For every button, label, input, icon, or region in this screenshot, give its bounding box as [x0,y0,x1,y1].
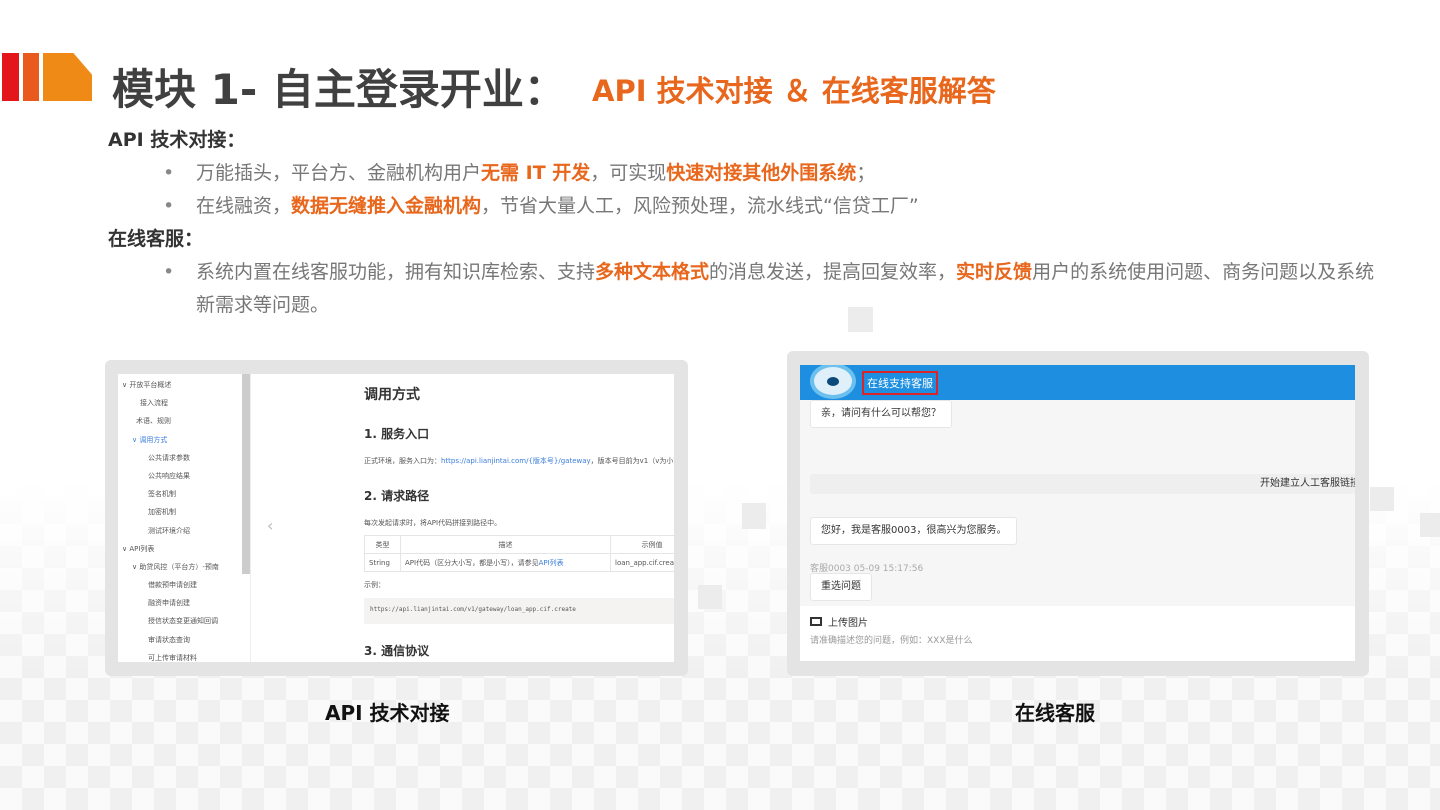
doc-main: ‹ 调用方式 1. 服务入口 正式环境，服务入口为：https://api.li… [250,374,674,662]
bullet-item: 在线融资，数据无缝推入金融机构，节省大量人工，风险预处理，流水线式“信贷工厂” [108,190,1378,223]
reselect-button[interactable]: 重选问题 [810,573,872,601]
example-code: https://api.lianjintai.com/v1/gateway/lo… [364,598,674,624]
decor-square [742,503,766,529]
bullet-text: 在线融资， [196,195,292,217]
sidebar-item[interactable]: 公共响应结果 [118,467,250,485]
decor-square [1420,513,1440,537]
example-label: 示例： [364,581,385,589]
sidebar-item[interactable]: 术语、规则 [118,412,250,430]
bullet-item: 万能插头，平台方、金融机构用户无需 IT 开发，可实现快速对接其他外围系统； [108,157,1378,190]
caption-chat: 在线客服 [1015,701,1095,725]
chat-message: 您好，我是客服0003，很高兴为您服务。 [810,517,1018,545]
sidebar-item[interactable]: 加密机制 [118,503,250,521]
api-doc-screenshot: ∨ 开放平台概述 接入流程 术语、规则 ∨ 调用方式 公共请求参数 公共响应结果 签名机制加… [105,360,688,676]
sidebar-item[interactable]: ∨ 开放平台概述 [118,376,250,394]
highlight-text: 多种文本格式 [595,261,710,283]
api-table: 类型 描述 示例值 String API代码（区分大小写，都是小写），请参见API列表… [364,535,674,572]
section-heading: 在线客服： [108,228,204,250]
doc-s2-text: 每次发起请求时，将API代码拼接到路径中。 [364,519,502,527]
page-title: 模块 1- 自主登录开业： [112,65,566,114]
system-message: 开始建立人工客服链接 [810,474,1355,494]
page-subtitle: API 技术对接 ＆ 在线客服解答 [592,74,996,108]
bullet-text: ，可实现 [590,162,667,184]
mascot-avatar-icon [810,365,856,399]
decor-square [1370,487,1394,511]
chevron-left-icon[interactable]: ‹ [267,516,273,535]
section-heading: API 技术对接： [108,129,246,151]
decor-square [698,585,722,609]
bullet-text: 系统内置在线客服功能，拥有知识库检索、支持 [196,261,596,283]
sidebar-item[interactable]: 测试环境介绍 [118,522,250,540]
sidebar-item[interactable]: ∨ 调用方式 [118,431,250,449]
chat-input[interactable]: 请准确描述您的问题，例如：XXX是什么 [810,633,1350,646]
bullet-text: 的消息发送，提高回复效率， [709,261,957,283]
logo [2,53,92,101]
sidebar-item[interactable]: 授信状态变更通知回调 [118,612,250,630]
doc-section-1: 1. 服务入口 [364,427,430,441]
upload-image-button[interactable]: 上传图片 [810,614,868,629]
doc-section-3: 3. 通信协议 [364,644,430,658]
sidebar-item[interactable]: 签名机制 [118,485,250,503]
highlight-text: 数据无缝推入金融机构 [291,195,482,217]
sidebar-item[interactable]: ∨ API列表 [118,540,250,558]
highlight-text: 实时反馈 [956,261,1033,283]
bullet-text: 万能插头，平台方、金融机构用户 [196,162,482,184]
highlight-text: 快速对接其他外围系统 [666,162,857,184]
sidebar-item[interactable]: 借款预申请创建 [118,576,250,594]
sidebar-item[interactable]: 可上传审请材料 [118,649,250,662]
image-icon [810,617,822,626]
doc-s1-text: 正式环境，服务入口为：https://api.lianjintai.com/{版… [364,457,674,465]
chat-message: 亲，请问有什么可以帮您？ [810,400,952,428]
content-body: API 技术对接： 万能插头，平台方、金融机构用户无需 IT 开发，可实现快速对接… [108,124,1378,322]
chat-screenshot: 在线支持客服 亲，请问有什么可以帮您？ 开始建立人工客服链接 您好，我是客服00… [787,351,1369,676]
doc-heading: 调用方式 [364,387,420,403]
sidebar-item[interactable]: 融资申请创建 [118,594,250,612]
highlight-text: 无需 IT 开发 [481,162,591,184]
chat-title: 在线支持客服 [862,371,938,395]
sidebar-item[interactable]: 接入流程 [118,394,250,412]
gateway-link[interactable]: https://api.lianjintai.com/{版本号}/gateway [441,457,591,465]
bullet-text: ，节省大量人工，风险预处理，流水线式“信贷工厂” [481,195,919,217]
doc-sidebar: ∨ 开放平台概述 接入流程 术语、规则 ∨ 调用方式 公共请求参数 公共响应结果 签名机制加… [118,374,250,662]
sidebar-scrollbar[interactable] [242,374,250,574]
caption-api: API 技术对接 [325,701,450,725]
doc-section-2: 2. 请求路径 [364,489,430,503]
sidebar-item[interactable]: 审请状态查询 [118,631,250,649]
chat-header: 在线支持客服 [800,365,1355,400]
sidebar-item[interactable]: ∨ 助贷风控（平台方）-预南 [118,558,250,576]
chat-input-area: 上传图片 请准确描述您的问题，例如：XXX是什么 [800,606,1355,661]
bullet-item: 系统内置在线客服功能，拥有知识库检索、支持多种文本格式的消息发送，提高回复效率，… [108,256,1378,322]
bullet-text: ； [856,162,876,184]
sidebar-item[interactable]: 公共请求参数 [118,449,250,467]
api-list-link[interactable]: API列表 [539,559,564,567]
